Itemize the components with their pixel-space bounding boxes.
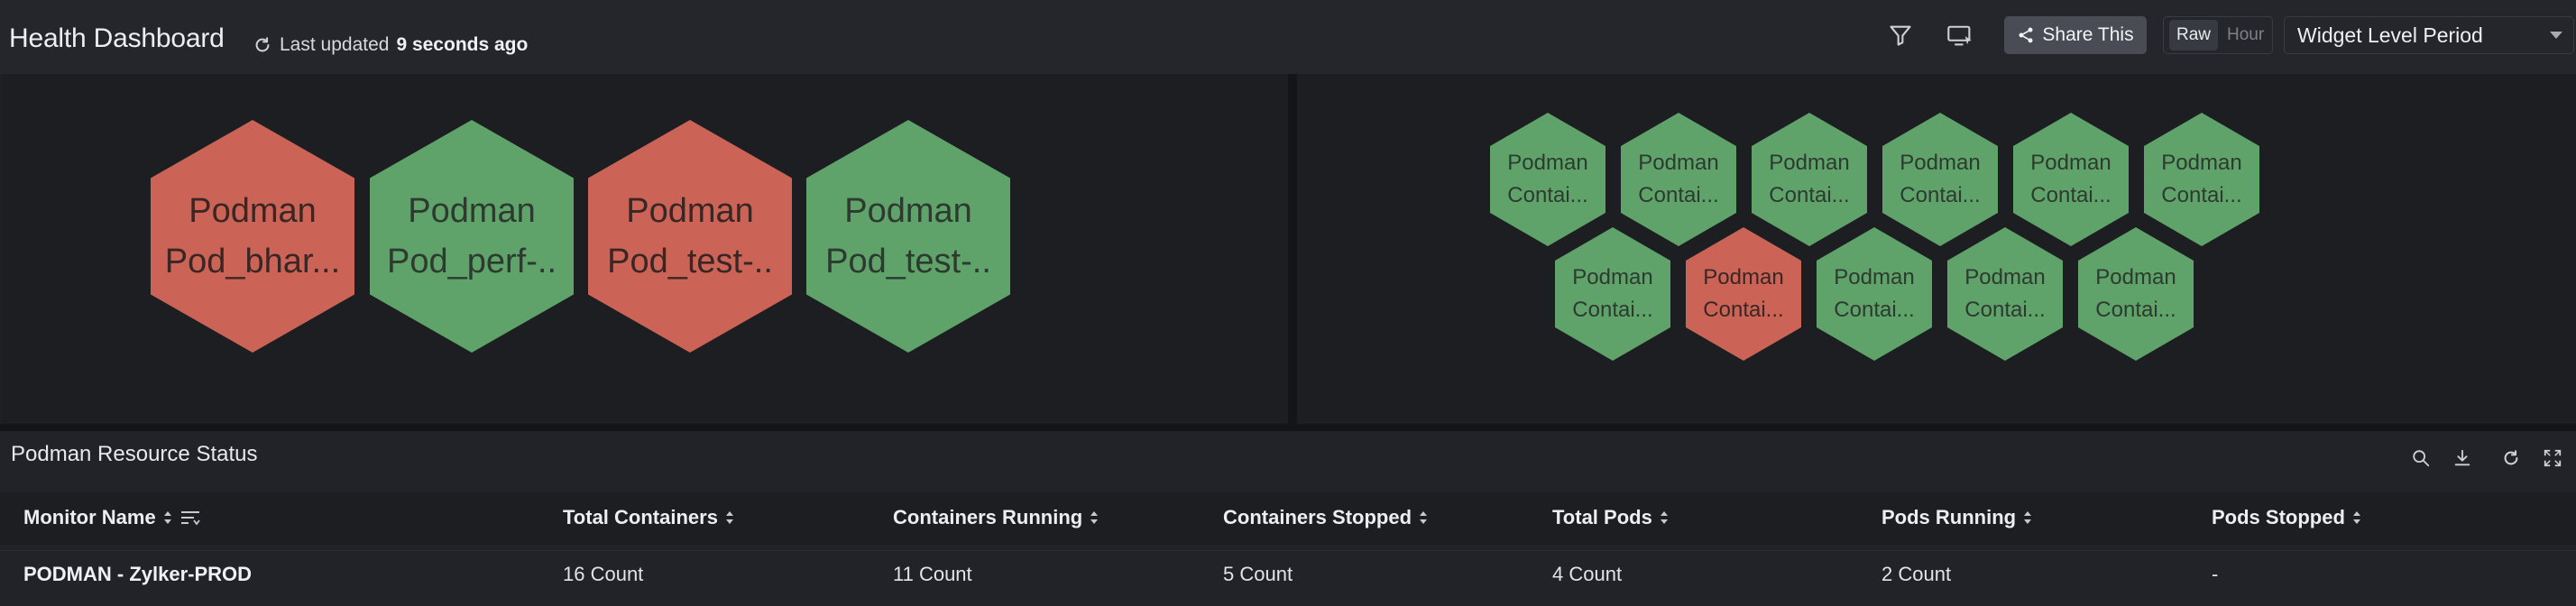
cell-containers-running: 11 Count bbox=[893, 563, 972, 585]
container-hex-line1: Podman bbox=[1900, 151, 1981, 175]
sort-icon[interactable] bbox=[1090, 510, 1099, 526]
container-hex-line1: Podman bbox=[1964, 265, 2046, 289]
last-updated-value: 9 seconds ago bbox=[396, 34, 529, 55]
container-hex-line2: Contai... bbox=[1769, 183, 1850, 207]
period-toggle: Raw Hour bbox=[2163, 16, 2273, 54]
container-hex-line1: Podman bbox=[1703, 265, 1784, 289]
pod-hex-line2: Pod_perf-.. bbox=[387, 243, 557, 280]
container-hex-line2: Contai... bbox=[1964, 298, 2046, 322]
column-header-label: Pods Running bbox=[1881, 506, 2017, 528]
container-hex-line2: Contai... bbox=[1703, 298, 1784, 322]
container-hex-line2: Contai... bbox=[2030, 183, 2111, 207]
container-hex-line1: Podman bbox=[2095, 265, 2176, 289]
sort-icon[interactable] bbox=[1419, 510, 1428, 526]
cell-containers-stopped: 5 Count bbox=[1223, 563, 1293, 585]
container-hex-line2: Contai... bbox=[1507, 183, 1588, 207]
column-header-pods-running[interactable]: Pods Running bbox=[1881, 506, 2032, 529]
page-title: Health Dashboard bbox=[9, 23, 225, 53]
column-header-containers-running[interactable]: Containers Running bbox=[893, 506, 1099, 529]
download-icon[interactable] bbox=[2450, 445, 2475, 471]
sort-icon[interactable] bbox=[2023, 510, 2032, 526]
last-updated-prefix: Last updated bbox=[280, 34, 390, 55]
column-header-label: Containers Running bbox=[893, 506, 1083, 528]
column-header-containers-stopped[interactable]: Containers Stopped bbox=[1223, 506, 1428, 529]
pod-hex-line1: Podman bbox=[189, 192, 317, 230]
cell-pods-stopped: - bbox=[2212, 563, 2219, 585]
cell-total-pods: 4 Count bbox=[1552, 563, 1623, 585]
container-hex-line1: Podman bbox=[2030, 151, 2111, 175]
container-hex-line1: Podman bbox=[1769, 151, 1850, 175]
column-settings-icon[interactable] bbox=[179, 509, 201, 527]
container-hex-line2: Contai... bbox=[2095, 298, 2176, 322]
display-icon[interactable] bbox=[1945, 20, 1975, 50]
container-hex-line1: Podman bbox=[1572, 265, 1653, 289]
filter-icon[interactable] bbox=[1885, 20, 1916, 50]
column-header-pods-stopped[interactable]: Pods Stopped bbox=[2212, 506, 2361, 529]
pod-hex-line1: Podman bbox=[408, 192, 536, 230]
search-icon[interactable] bbox=[2408, 445, 2433, 471]
sort-icon[interactable] bbox=[725, 510, 734, 526]
widget-divider[interactable] bbox=[1288, 74, 1297, 424]
pod-hex-line2: Pod_test-.. bbox=[825, 243, 991, 280]
column-header-total-containers[interactable]: Total Containers bbox=[563, 506, 734, 529]
widget-title: Podman Resource Status bbox=[11, 442, 258, 466]
reload-icon[interactable] bbox=[2498, 445, 2524, 471]
pod-hex-line2: Pod_bhar... bbox=[164, 243, 341, 280]
container-hex-line1: Podman bbox=[1638, 151, 1719, 175]
period-select[interactable]: Widget Level Period bbox=[2284, 16, 2574, 54]
share-label: Share This bbox=[2042, 24, 2134, 45]
container-hex-line2: Contai... bbox=[1572, 298, 1653, 322]
column-header-label: Monitor Name bbox=[23, 506, 156, 528]
container-hex-line2: Contai... bbox=[2161, 183, 2242, 207]
refresh-icon[interactable] bbox=[253, 35, 272, 55]
sort-icon[interactable] bbox=[1660, 510, 1669, 526]
cell-total-containers: 16 Count bbox=[563, 563, 644, 585]
container-hex-line1: Podman bbox=[1834, 265, 1915, 289]
section-divider bbox=[0, 424, 2576, 431]
pod-hex-line2: Pod_test-.. bbox=[607, 243, 773, 280]
column-header-total-pods[interactable]: Total Pods bbox=[1552, 506, 1669, 529]
period-hour-option[interactable]: Hour bbox=[2223, 20, 2268, 50]
container-hex-line2: Contai... bbox=[1638, 183, 1719, 207]
period-select-value: Widget Level Period bbox=[2297, 23, 2483, 47]
column-header-label: Containers Stopped bbox=[1223, 506, 1412, 528]
period-raw-option[interactable]: Raw bbox=[2169, 20, 2219, 50]
pod-hex-line1: Podman bbox=[844, 192, 972, 230]
container-hex-line1: Podman bbox=[1507, 151, 1588, 175]
cell-monitor-name[interactable]: PODMAN - Zylker-PROD bbox=[23, 563, 252, 586]
sort-icon[interactable] bbox=[2352, 510, 2361, 526]
pod-hex-line1: Podman bbox=[626, 192, 754, 230]
share-button[interactable]: Share This bbox=[2004, 16, 2147, 54]
last-updated: Last updated 9 seconds ago bbox=[253, 34, 528, 56]
container-hex-line2: Contai... bbox=[1834, 298, 1915, 322]
chevron-down-icon bbox=[2550, 32, 2562, 39]
column-header-label: Pods Stopped bbox=[2212, 506, 2345, 528]
share-icon bbox=[2019, 27, 2033, 43]
container-hex-line2: Contai... bbox=[1900, 183, 1981, 207]
column-header-label: Total Containers bbox=[563, 506, 718, 528]
column-header-label: Total Pods bbox=[1552, 506, 1652, 528]
column-header-monitor-name[interactable]: Monitor Name bbox=[23, 506, 201, 529]
container-hex-line1: Podman bbox=[2161, 151, 2242, 175]
sort-icon[interactable] bbox=[163, 510, 172, 526]
fullscreen-icon[interactable] bbox=[2540, 445, 2565, 471]
cell-pods-running: 2 Count bbox=[1881, 563, 1952, 585]
